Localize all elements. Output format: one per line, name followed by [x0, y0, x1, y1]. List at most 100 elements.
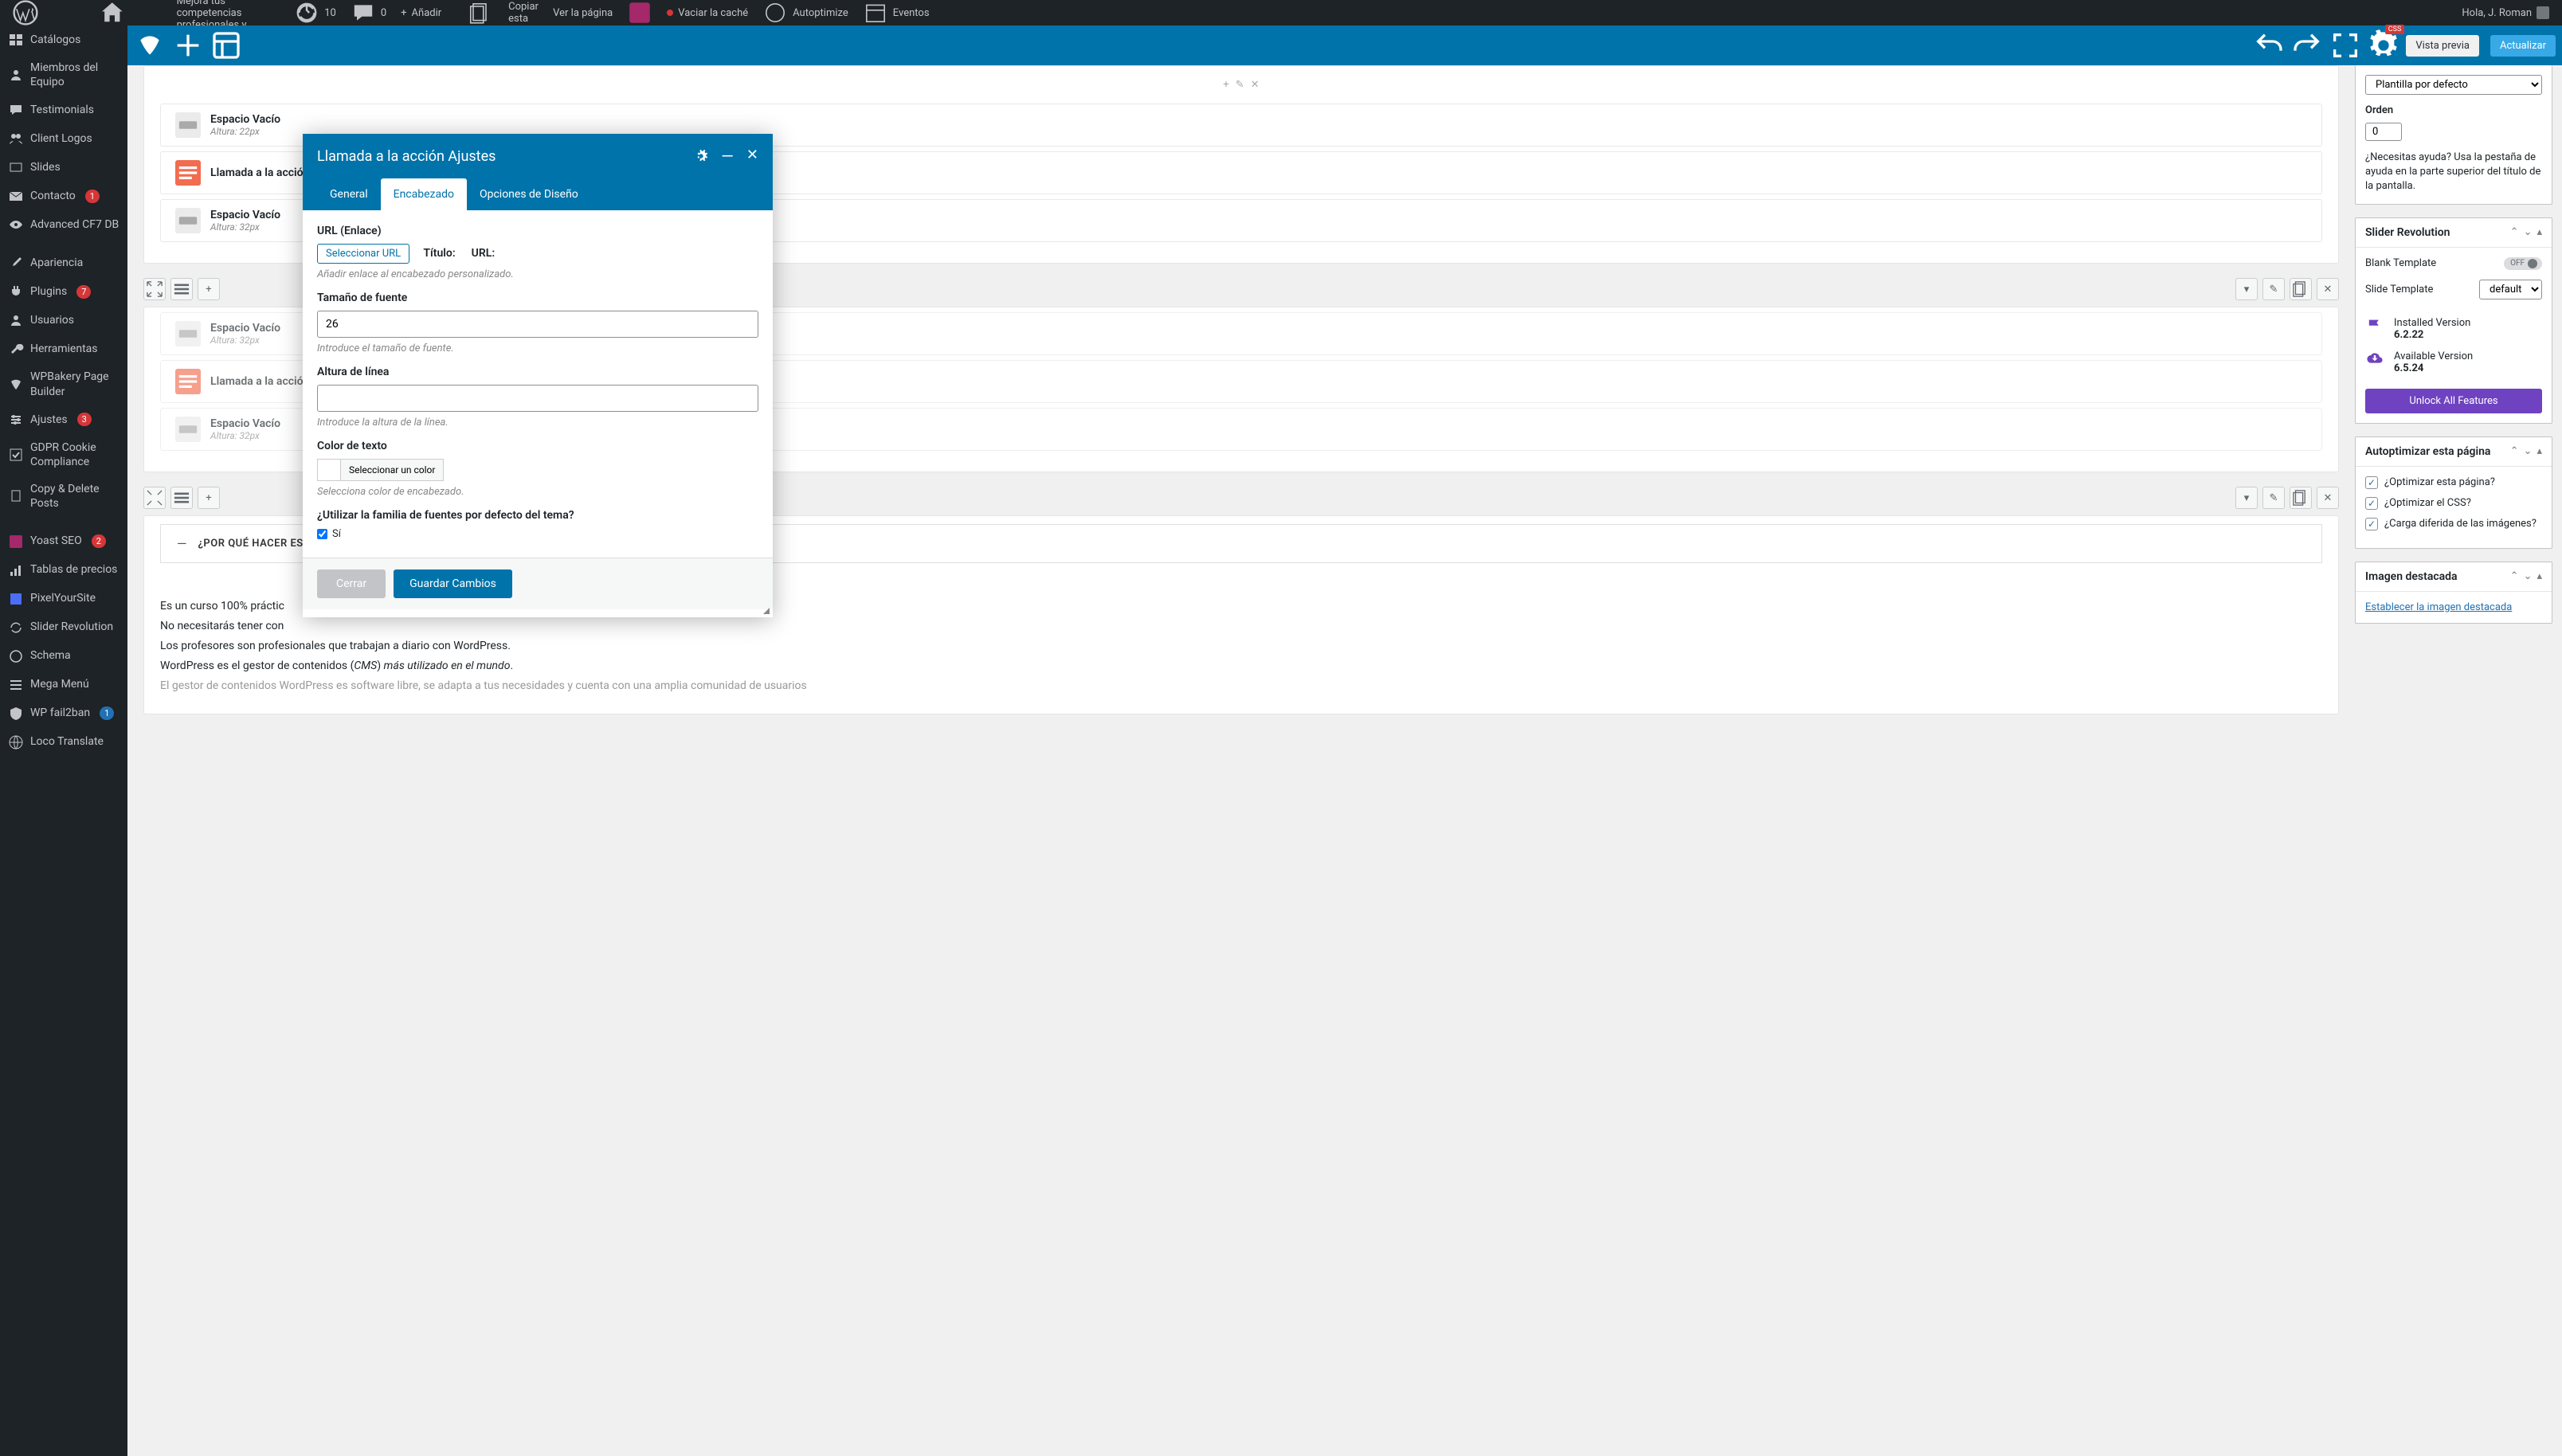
templates-button[interactable]: [210, 29, 242, 61]
preview-button[interactable]: Vista previa: [2406, 35, 2479, 57]
add-element-button[interactable]: [172, 29, 204, 61]
clone-button[interactable]: [2290, 487, 2312, 509]
sidebar-item-pixel[interactable]: PixelYourSite: [0, 585, 127, 613]
columns-button[interactable]: [170, 278, 193, 300]
redo-button[interactable]: [2291, 29, 2323, 61]
caret-up-icon[interactable]: ▴: [2537, 445, 2542, 457]
close-icon[interactable]: ✕: [746, 147, 758, 166]
sidebar-item-catalogos[interactable]: Catálogos: [0, 25, 127, 54]
cache[interactable]: Vaciar la caché: [660, 0, 754, 25]
set-featured-link[interactable]: Establecer la imagen destacada: [2365, 601, 2512, 613]
clone-button[interactable]: [2290, 278, 2312, 300]
slide-template-select[interactable]: default: [2479, 280, 2542, 299]
tab-encabezado[interactable]: Encabezado: [381, 178, 467, 210]
sidebar-item-testimonials[interactable]: Testimonials: [0, 96, 127, 124]
sidebar-item-yoast[interactable]: Yoast SEO2: [0, 527, 127, 556]
sidebar-item-loco[interactable]: Loco Translate: [0, 728, 127, 757]
checkbox[interactable]: [2365, 476, 2378, 489]
color-swatch[interactable]: [317, 459, 341, 481]
drag-handle[interactable]: [143, 278, 166, 300]
delete-button[interactable]: ✕: [2317, 278, 2339, 300]
sidebar-item-tablas[interactable]: Tablas de precios: [0, 556, 127, 585]
toggle-off[interactable]: OFF: [2504, 257, 2542, 270]
dropdown-button[interactable]: ▾: [2235, 487, 2258, 509]
body-text: Los profesores son profesionales que tra…: [160, 638, 2322, 655]
updates[interactable]: 10: [288, 0, 343, 25]
autoptimize[interactable]: Autoptimize: [756, 0, 855, 25]
globe-icon: [8, 734, 24, 750]
select-color-button[interactable]: Seleccionar un color: [341, 459, 444, 481]
copy-this[interactable]: Copiar esta: [449, 0, 545, 25]
minus-icon: —: [177, 536, 187, 551]
fontsize-input[interactable]: [317, 311, 758, 338]
chevron-down-icon[interactable]: ⌄: [2524, 445, 2533, 457]
drag-handle[interactable]: [143, 487, 166, 509]
url2-label: URL:: [472, 247, 495, 260]
tab-diseno[interactable]: Opciones de Diseño: [467, 178, 591, 210]
gear-icon[interactable]: [694, 147, 708, 166]
orden-input[interactable]: [2365, 123, 2402, 141]
lineheight-input[interactable]: [317, 385, 758, 412]
settings-button[interactable]: CSS: [2368, 29, 2399, 61]
dropdown-button[interactable]: ▾: [2235, 278, 2258, 300]
sidebar-item-contacto[interactable]: Contacto1: [0, 182, 127, 210]
chevron-down-icon[interactable]: ⌄: [2524, 226, 2533, 238]
sidebar-item-sliderrev[interactable]: Slider Revolution: [0, 613, 127, 642]
sidebar-item-plugins[interactable]: Plugins7: [0, 277, 127, 306]
edit-icon[interactable]: ✎: [1236, 79, 1244, 91]
sidebar-item-slides[interactable]: Slides: [0, 153, 127, 182]
resize-handle[interactable]: [303, 609, 773, 617]
caret-up-icon[interactable]: ▴: [2537, 226, 2542, 238]
css-tag: CSS: [2385, 25, 2405, 34]
add-new[interactable]: + Añadir: [394, 0, 448, 25]
yoast-item[interactable]: [621, 0, 659, 25]
comments[interactable]: 0: [344, 0, 393, 25]
sidebar-item-apariencia[interactable]: Apariencia: [0, 249, 127, 277]
caret-up-icon[interactable]: ▴: [2537, 570, 2542, 582]
checkbox[interactable]: [2365, 518, 2378, 530]
fullscreen-button[interactable]: [2329, 29, 2361, 61]
add-icon[interactable]: +: [1223, 79, 1228, 91]
view-page[interactable]: Ver la página: [546, 0, 619, 25]
save-button[interactable]: Guardar Cambios: [394, 569, 512, 598]
sidebar-item-clientlogos[interactable]: Client Logos: [0, 124, 127, 153]
sidebar-item-herramientas[interactable]: Herramientas: [0, 335, 127, 363]
sidebar-item-wpbakery[interactable]: WPBakery Page Builder: [0, 363, 127, 405]
chevron-down-icon[interactable]: ⌄: [2524, 570, 2533, 582]
close-button[interactable]: Cerrar: [317, 569, 386, 598]
tab-general[interactable]: General: [317, 178, 381, 210]
events[interactable]: Eventos: [856, 0, 936, 25]
add-button[interactable]: +: [198, 487, 220, 509]
columns-button[interactable]: [170, 487, 193, 509]
sidebar-item-fail2ban[interactable]: WP fail2ban1: [0, 699, 127, 728]
sidebar-item-copydelete[interactable]: Copy & Delete Posts: [0, 476, 127, 517]
delete-button[interactable]: ✕: [2317, 487, 2339, 509]
edit-button[interactable]: ✎: [2262, 487, 2285, 509]
site-home[interactable]: Mejora tus competencias profesionales y.…: [46, 0, 286, 25]
wpb-logo[interactable]: [134, 29, 166, 61]
update-button[interactable]: Actualizar: [2490, 35, 2556, 57]
chevron-up-icon[interactable]: ⌃: [2510, 570, 2519, 582]
sidebar-item-gdpr[interactable]: GDPR Cookie Compliance: [0, 434, 127, 476]
minimize-icon[interactable]: —: [721, 147, 734, 166]
template-select[interactable]: Plantilla por defecto: [2365, 75, 2542, 95]
sidebar-item-ajustes[interactable]: Ajustes3: [0, 405, 127, 434]
sidebar-item-usuarios[interactable]: Usuarios: [0, 306, 127, 335]
close-icon[interactable]: ✕: [1251, 79, 1259, 91]
fontfamily-checkbox[interactable]: [317, 529, 327, 539]
sidebar-item-cf7db[interactable]: Advanced CF7 DB: [0, 210, 127, 239]
chevron-up-icon[interactable]: ⌃: [2510, 226, 2519, 238]
unlock-button[interactable]: Unlock All Features: [2365, 389, 2542, 413]
url-label: URL (Enlace): [317, 225, 758, 237]
user-greeting[interactable]: Hola, J. Roman: [2455, 0, 2556, 25]
edit-button[interactable]: ✎: [2262, 278, 2285, 300]
chevron-up-icon[interactable]: ⌃: [2510, 445, 2519, 457]
add-button[interactable]: +: [198, 278, 220, 300]
sidebar-item-schema[interactable]: Schema: [0, 642, 127, 671]
undo-button[interactable]: [2253, 29, 2285, 61]
wp-logo[interactable]: [6, 0, 45, 25]
sidebar-item-miembros[interactable]: Miembros del Equipo: [0, 54, 127, 96]
checkbox[interactable]: [2365, 497, 2378, 510]
sidebar-item-megamenu[interactable]: Mega Menú: [0, 671, 127, 699]
select-url-button[interactable]: Seleccionar URL: [317, 244, 409, 264]
